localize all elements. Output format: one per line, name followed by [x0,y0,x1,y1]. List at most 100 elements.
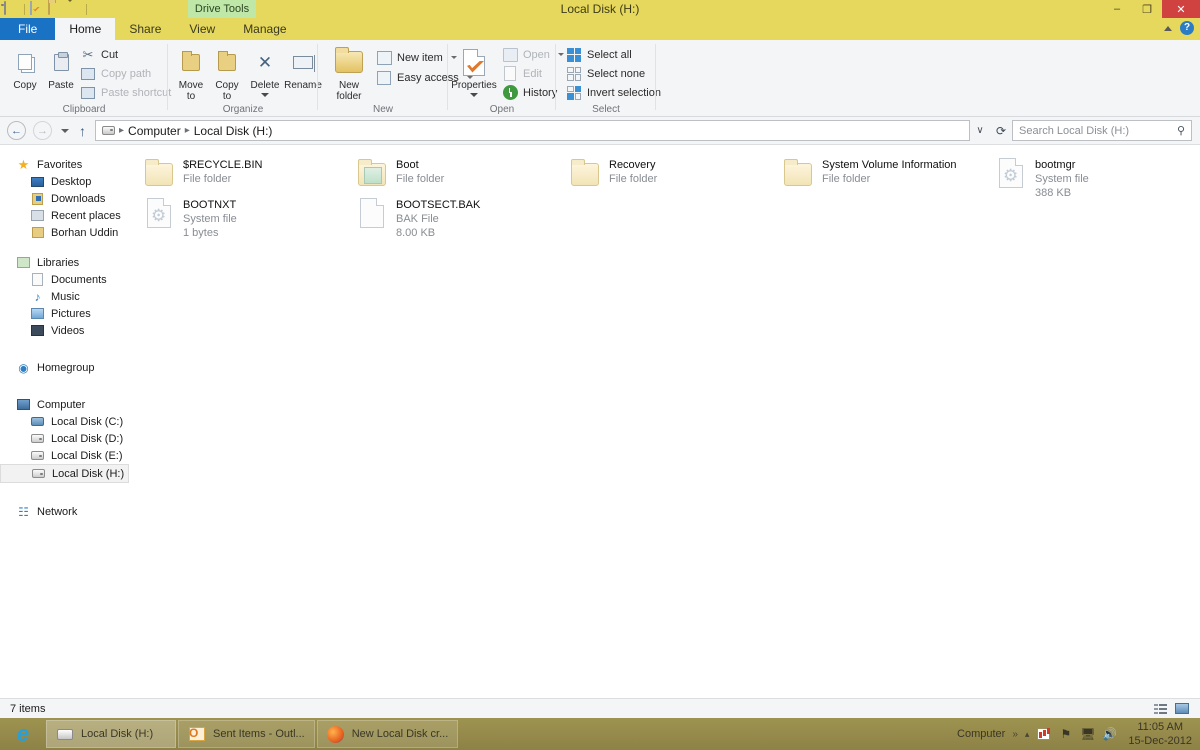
clock[interactable]: 11:05 AM 15-Dec-2012 [1128,720,1192,748]
list-item[interactable]: Recovery File folder [570,156,657,190]
list-item[interactable]: BOOTSECT.BAK BAK File 8.00 KB [357,196,480,240]
navigation-pane[interactable]: ★ Favorites Desktop Downloads Recent pla… [0,146,132,698]
delete-caret-icon[interactable] [261,93,269,97]
tab-manage[interactable]: Manage [229,18,301,40]
properties-button[interactable]: Properties [448,44,500,97]
list-item-name: Boot [396,159,419,171]
taskbar-button-local-disk-h[interactable]: Local Disk (H:) [46,720,176,748]
homegroup-icon: ◉ [18,360,29,375]
maximize-button[interactable]: ❐ [1132,0,1162,18]
sidebar-item-computer[interactable]: Computer [0,396,132,413]
copy-path-button[interactable]: Copy path [80,64,151,83]
drive-icon-d [30,431,45,446]
cut-button[interactable]: ✂ Cut [80,45,119,64]
volume-icon[interactable]: 🔊 [1102,727,1117,742]
sidebar-item-desktop[interactable]: Desktop [0,173,132,190]
thumbnail-view-button[interactable] [1173,701,1190,716]
sidebar-label-recent-places: Recent places [51,209,121,222]
paste-shortcut-button[interactable]: Paste shortcut [80,83,171,102]
sidebar-item-borhan-uddin[interactable]: Borhan Uddin [0,224,132,241]
file-list[interactable]: $RECYCLE.BIN File folder Boot File folde… [132,146,1200,698]
tab-home[interactable]: Home [55,18,116,40]
new-folder-icon [326,44,372,80]
details-view-button[interactable] [1152,701,1169,716]
select-none-button[interactable]: Select none [566,64,645,83]
internet-explorer-icon[interactable]: e [0,723,46,745]
properties-caret-icon[interactable] [470,93,478,97]
action-center-icon[interactable] [1036,727,1051,742]
edit-icon [502,66,518,82]
help-icon[interactable]: ? [1180,21,1194,35]
minimize-button[interactable]: – [1102,0,1132,18]
breadcrumb-bar[interactable]: ▸ Computer ▸ Local Disk (H:) [95,120,970,141]
new-folder-button[interactable]: New folder [326,44,372,102]
edit-button[interactable]: Edit [502,64,542,83]
sidebar-label-pictures: Pictures [51,307,91,320]
search-icon[interactable]: ⚲ [1177,124,1185,137]
address-dropdown-icon[interactable]: ∨ [970,125,990,136]
refresh-icon[interactable]: ⟳ [990,124,1012,138]
sidebar-item-documents[interactable]: Documents [0,271,132,288]
outlook-icon [188,726,206,742]
tab-share[interactable]: Share [115,18,176,40]
select-all-label: Select all [587,48,632,61]
search-placeholder: Search Local Disk (H:) [1019,124,1130,137]
sidebar-label-libraries: Libraries [37,256,80,269]
sidebar-item-local-disk-h[interactable]: Local Disk (H:) [0,464,129,483]
tab-file[interactable]: File [0,18,56,40]
select-all-button[interactable]: Select all [566,45,632,64]
tray-overflow-icon[interactable]: » [1012,729,1018,740]
collapse-ribbon-icon[interactable] [1164,25,1172,31]
sidebar-item-local-disk-e[interactable]: Local Disk (E:) [0,447,132,464]
network-icon[interactable]: 🖥 [1080,727,1095,742]
sidebar-item-network[interactable]: ☷ Network [0,503,132,520]
invert-selection-button[interactable]: Invert selection [566,83,661,102]
back-button[interactable]: ← [7,121,26,140]
sidebar-item-videos[interactable]: Videos [0,322,132,339]
list-item[interactable]: Boot File folder [357,156,444,190]
close-button[interactable]: ✕ [1162,0,1200,18]
forward-button[interactable]: → [33,121,52,140]
history-button[interactable]: History [502,83,557,102]
tab-view[interactable]: View [175,18,230,40]
recent-locations-icon[interactable] [61,128,69,133]
sidebar-item-recent-places[interactable]: Recent places [0,207,132,224]
select-all-icon [566,47,582,63]
drive-icon [56,726,74,742]
breadcrumb-separator-2[interactable]: ▸ [185,125,190,136]
sidebar-item-downloads[interactable]: Downloads [0,190,132,207]
breadcrumb-separator-1[interactable]: ▸ [119,125,124,136]
sidebar-item-music[interactable]: ♪ Music [0,288,132,305]
address-bar: ← → ↑ ▸ Computer ▸ Local Disk (H:) ∨ ⟳ S… [0,117,1200,145]
show-hidden-icons-icon[interactable]: ▴ [1025,729,1030,740]
up-button[interactable]: ↑ [79,124,86,138]
paste-button[interactable]: Paste [38,44,84,91]
sidebar-item-homegroup[interactable]: ◉ Homegroup [0,359,132,376]
taskbar-button-firefox[interactable]: New Local Disk cr... [316,720,459,748]
breadcrumb-item-local-disk-h[interactable]: Local Disk (H:) [194,124,273,138]
list-item[interactable]: $RECYCLE.BIN File folder [144,156,262,190]
sidebar-gap-2 [0,339,132,359]
sidebar-item-favorites[interactable]: ★ Favorites [0,156,132,173]
new-folder-label-2: folder [336,91,362,102]
search-input[interactable]: Search Local Disk (H:) ⚲ [1012,120,1192,141]
list-item[interactable]: BOOTNXT System file 1 bytes [144,196,237,240]
breadcrumb-item-computer[interactable]: Computer [128,124,181,138]
new-item-button[interactable]: New item [376,48,457,67]
sidebar-label-computer: Computer [37,398,86,411]
ribbon: Copy Paste ✂ Cut Copy path Paste shortcu… [0,40,1200,117]
ribbon-tabs: File Home Share View Manage [0,18,1200,40]
sidebar-item-local-disk-c[interactable]: Local Disk (C:) [0,413,132,430]
flag-icon[interactable]: ⚑ [1058,727,1073,742]
list-item[interactable]: bootmgr System file 388 KB [996,156,1089,200]
user-folder-icon [30,225,45,240]
ribbon-controls: ? [1164,21,1194,35]
list-item[interactable]: System Volume Information File folder [783,156,957,190]
sidebar-item-libraries[interactable]: Libraries [0,254,132,271]
list-item-text: BOOTSECT.BAK BAK File 8.00 KB [396,196,480,240]
taskbar-button-outlook[interactable]: Sent Items - Outl... [178,720,315,748]
list-item-text: $RECYCLE.BIN File folder [183,156,262,186]
sidebar-item-pictures[interactable]: Pictures [0,305,132,322]
easy-access-icon [376,70,392,86]
sidebar-item-local-disk-d[interactable]: Local Disk (D:) [0,430,132,447]
